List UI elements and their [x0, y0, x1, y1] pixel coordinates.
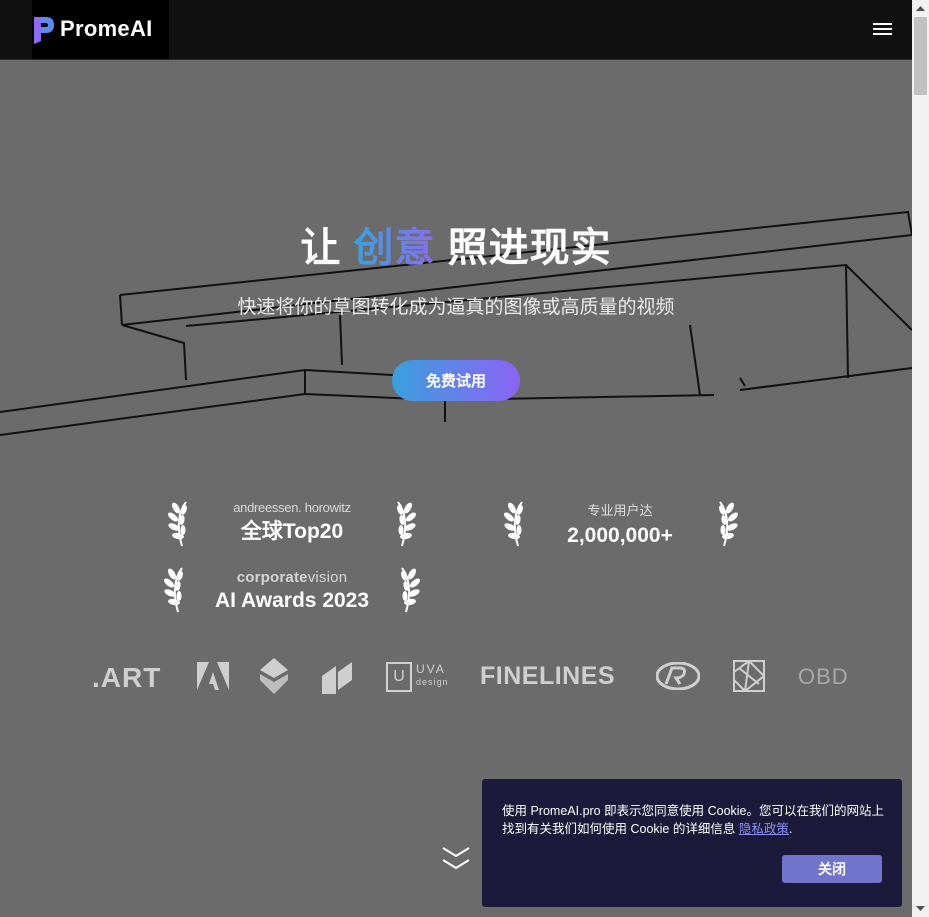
stacked-diamond-logo — [260, 658, 288, 694]
geometric-box-logo — [733, 660, 765, 692]
laurel-right-icon — [716, 500, 741, 547]
award-a16z: andreessen. horowitz 全球Top20 — [210, 500, 374, 545]
finelines-logo: FINELINES — [480, 662, 616, 690]
hamburger-menu-icon[interactable] — [873, 20, 895, 38]
award-corporate-vision: corporatevision AI Awards 2023 — [202, 569, 382, 613]
scroll-up-arrow-icon[interactable] — [912, 0, 929, 17]
double-chevron-down-icon[interactable] — [441, 846, 471, 872]
laurel-left-icon — [501, 500, 526, 547]
page-scrollbar[interactable] — [912, 0, 929, 917]
top-navigation-bar: PromeAI — [0, 0, 912, 60]
hero-title-suffix: 照进现实 — [435, 226, 612, 270]
award-corporate-vision-value: AI Awards 2023 — [214, 589, 370, 612]
scrollbar-thumb[interactable] — [914, 17, 927, 95]
cookie-consent-banner: 使用 PromeAI.pro 即表示您同意使用 Cookie。您可以在我们的网站… — [482, 779, 902, 907]
free-trial-button[interactable]: 免费试用 — [392, 360, 520, 401]
award-users-label: 专业用户达 — [587, 503, 653, 518]
brand-name: PromeAI — [60, 16, 153, 41]
laurel-right-icon — [398, 566, 423, 613]
partner-logos-row: .ART U UVA design FINELINES OBD — [92, 656, 852, 700]
award-users-value: 2,000,000+ — [567, 524, 673, 547]
brand-logo[interactable]: PromeAI — [32, 0, 169, 59]
cookie-close-button[interactable]: 关闭 — [782, 855, 882, 883]
corporate-vision-logo: corporatevision — [236, 569, 348, 586]
adobe-style-logo — [197, 662, 229, 690]
obd-logo: OBD — [798, 664, 849, 689]
a16z-logo: andreessen. horowitz — [233, 500, 351, 515]
laurel-left-icon — [161, 566, 186, 613]
parallelogram-logo — [322, 662, 352, 694]
laurel-right-icon — [394, 500, 419, 547]
award-a16z-value: 全球Top20 — [240, 520, 344, 543]
laurel-left-icon — [165, 500, 190, 547]
promeai-logo-icon — [34, 17, 54, 44]
art-logo: .ART — [92, 662, 162, 693]
uva-design-logo: U UVA design — [386, 662, 448, 692]
hero-title-highlight: 创意 — [353, 226, 436, 270]
cookie-message: 使用 PromeAI.pro 即表示您同意使用 Cookie。您可以在我们的网站… — [502, 804, 884, 836]
privacy-policy-link[interactable]: 隐私政策 — [739, 822, 789, 836]
scroll-down-arrow-icon[interactable] — [912, 900, 929, 917]
hero-title: 让 创意 照进现实 — [0, 215, 912, 273]
hero-subtitle: 快速将你的草图转化成为逼真的图像或高质量的视频 — [237, 297, 675, 318]
rp-logo — [656, 662, 700, 690]
hero-title-prefix: 让 — [300, 226, 354, 270]
award-users: 专业用户达 2,000,000+ — [540, 504, 700, 548]
